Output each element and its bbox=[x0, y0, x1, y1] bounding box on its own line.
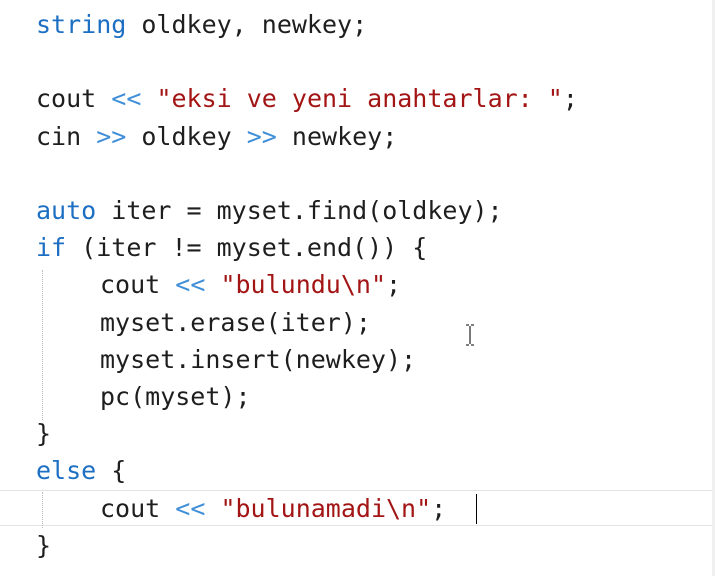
code-line-1[interactable]: string oldkey, newkey; bbox=[36, 6, 367, 43]
code-token: "bulunamadi\n" bbox=[220, 493, 432, 523]
code-token: myset.insert(newkey); bbox=[100, 344, 417, 374]
code-token: cout bbox=[100, 270, 176, 300]
code-token: iter = myset.find(oldkey); bbox=[96, 196, 503, 225]
code-token: string bbox=[36, 10, 127, 39]
code-token: ; bbox=[431, 493, 447, 523]
code-token: pc(myset); bbox=[100, 382, 251, 411]
indent-guide-if-block bbox=[42, 270, 43, 420]
code-token: ; bbox=[386, 270, 402, 300]
code-token: oldkey bbox=[126, 121, 247, 151]
code-token: >> bbox=[246, 121, 277, 151]
code-line-14[interactable]: cout << "bulunamadi\n"; bbox=[100, 490, 446, 527]
code-editor[interactable]: string oldkey, newkey; cout << "eksi ve y… bbox=[0, 0, 715, 576]
code-token: } bbox=[36, 530, 52, 560]
code-token: else bbox=[36, 456, 97, 486]
code-token: ; bbox=[562, 84, 578, 114]
code-token: cin bbox=[36, 121, 97, 151]
code-token: oldkey, newkey; bbox=[126, 10, 368, 39]
code-line-12[interactable]: } bbox=[36, 415, 51, 452]
code-token: << bbox=[111, 84, 142, 114]
text-caret bbox=[476, 494, 477, 524]
code-line-11[interactable]: pc(myset); bbox=[100, 378, 251, 415]
code-token: auto bbox=[36, 196, 97, 225]
code-token: newkey; bbox=[276, 121, 398, 151]
code-line-13[interactable]: else { bbox=[36, 452, 126, 489]
code-line-8[interactable]: cout << "bulundu\n"; bbox=[100, 266, 401, 303]
code-line-3[interactable]: cout << "eksi ve yeni anahtarlar: "; bbox=[36, 80, 578, 117]
code-token: << bbox=[175, 270, 206, 300]
code-line-6[interactable]: auto iter = myset.find(oldkey); bbox=[36, 192, 503, 229]
code-line-9[interactable]: myset.erase(iter); bbox=[100, 304, 371, 341]
code-token: "eksi ve yeni anahtarlar: " bbox=[156, 84, 563, 114]
code-line-10[interactable]: myset.insert(newkey); bbox=[100, 341, 416, 378]
code-line-4[interactable]: cin >> oldkey >> newkey; bbox=[36, 118, 397, 155]
indent-guide-else-block bbox=[42, 492, 43, 528]
code-token: myset.erase(iter); bbox=[100, 307, 371, 337]
code-token: { bbox=[96, 456, 127, 486]
code-token: if bbox=[36, 233, 67, 263]
code-token: << bbox=[175, 493, 206, 523]
code-token: cout bbox=[36, 84, 112, 114]
code-token: } bbox=[36, 419, 52, 449]
code-line-7[interactable]: if (iter != myset.end()) { bbox=[36, 229, 427, 266]
code-line-15[interactable]: } bbox=[36, 527, 51, 564]
code-token: "bulundu\n" bbox=[220, 270, 387, 300]
code-token: cout bbox=[100, 493, 176, 523]
i-beam-cursor-icon bbox=[465, 324, 475, 346]
code-token: (iter != myset.end()) { bbox=[66, 233, 428, 263]
code-token: >> bbox=[96, 121, 127, 151]
